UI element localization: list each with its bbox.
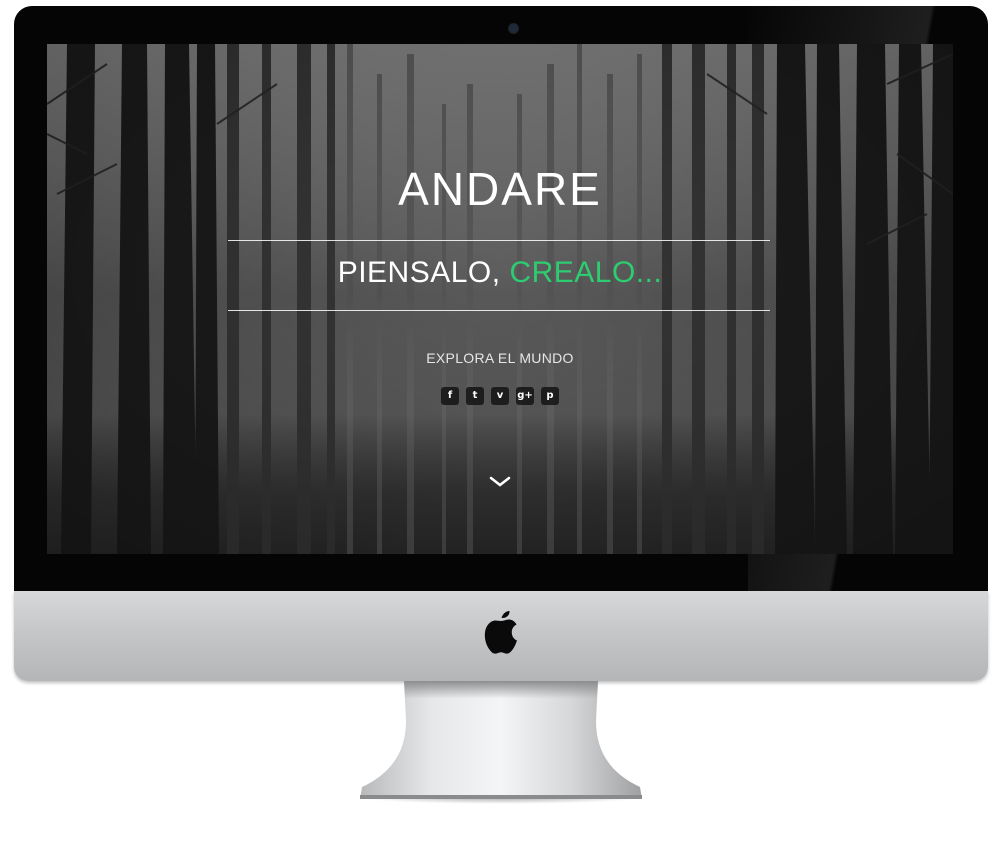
website-screen: ANDARE PIENSALO, CREALO... EXPLORA EL MU… <box>47 44 953 554</box>
imac-stand <box>360 681 642 799</box>
apple-logo-icon <box>484 611 517 654</box>
subtitle: EXPLORA EL MUNDO <box>426 350 574 366</box>
site-title: ANDARE <box>398 163 602 215</box>
google-plus-icon[interactable]: g+ <box>516 387 534 405</box>
social-links: f t v g+ p <box>47 387 953 405</box>
pinterest-icon[interactable]: p <box>541 387 559 405</box>
vimeo-icon[interactable]: v <box>491 387 509 405</box>
tagline: PIENSALO, CREALO... <box>47 256 953 290</box>
facebook-icon[interactable]: f <box>441 387 459 405</box>
hero-section: ANDARE PIENSALO, CREALO... EXPLORA EL MU… <box>47 44 953 554</box>
title-divider-top <box>228 240 770 241</box>
twitter-icon[interactable]: t <box>466 387 484 405</box>
camera-icon <box>508 23 519 34</box>
title-divider-bottom <box>228 310 770 311</box>
tagline-accent: CREALO... <box>509 256 663 289</box>
chevron-down-icon[interactable] <box>489 476 511 488</box>
tagline-main: PIENSALO, <box>337 256 501 289</box>
